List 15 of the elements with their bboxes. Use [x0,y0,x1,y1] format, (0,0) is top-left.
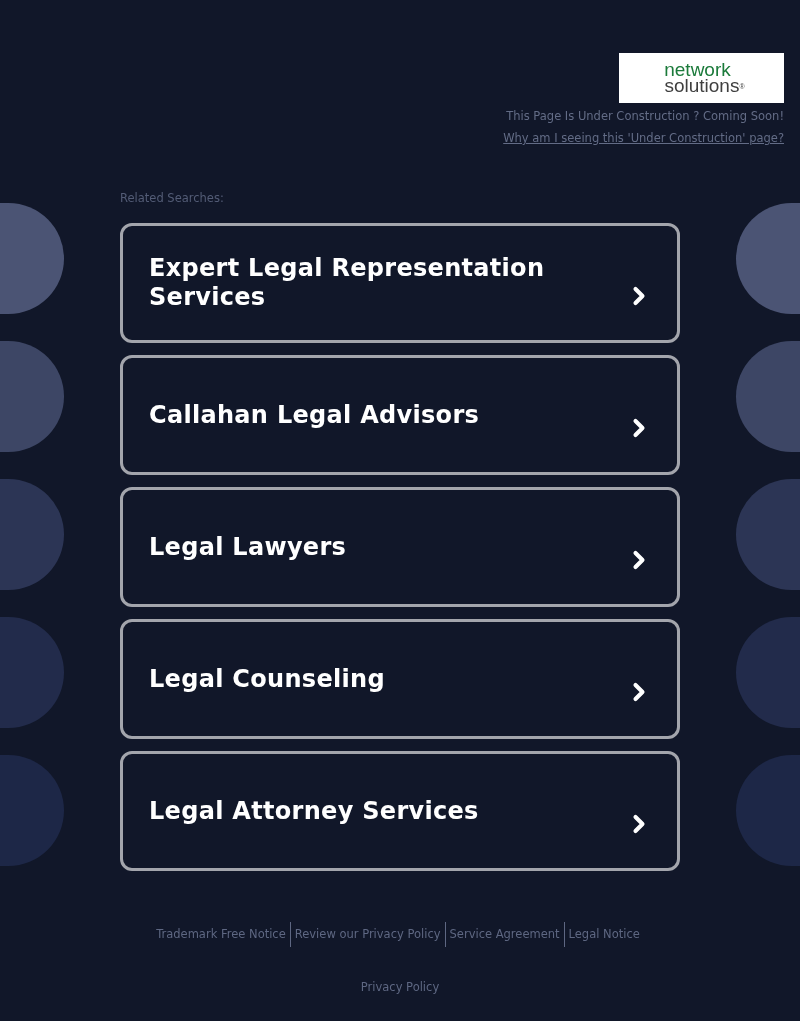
footer-link[interactable]: Service Agreement [444,922,564,947]
related-search-link[interactable]: Callahan Legal Advisors [120,355,680,475]
help-link[interactable]: Why am I seeing this 'Under Construction' page? [503,130,784,147]
footer-link[interactable]: Review our Privacy Policy [289,922,445,947]
logo-text: solutions$^{®}$ [663,78,745,94]
footer-link[interactable]: Trademark Free Notice [152,922,290,947]
related-search-link[interactable]: Expert Legal Representation Services [120,223,680,343]
logo-text: network [664,62,731,78]
privacy-policy-link[interactable]: Privacy Policy [360,979,440,996]
construction-notice: This Page Is Under Construction ? Coming Soon! [506,108,784,125]
related-search-link[interactable]: Legal Attorney Services [120,751,680,871]
footer-link[interactable]: Legal Notice [563,922,644,947]
related-searches-heading: Related Searches: [120,190,225,207]
related-search-link[interactable]: Legal Counseling [120,619,680,739]
related-search-link[interactable]: Legal Lawyers [120,487,680,607]
